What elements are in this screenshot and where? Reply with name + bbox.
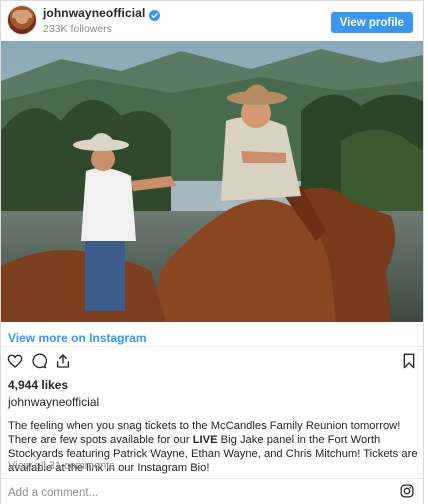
view-more-link[interactable]: View more on Instagram	[8, 331, 147, 345]
view-comments-link[interactable]: View all 31 comments	[8, 460, 115, 472]
comment-icon[interactable]	[31, 353, 48, 374]
post-actions	[1, 353, 423, 375]
instagram-embed: johnwayneofficial 233K followers View pr…	[0, 0, 424, 504]
user-block: johnwayneofficial 233K followers	[43, 6, 161, 35]
divider	[1, 478, 423, 479]
instagram-icon[interactable]	[400, 484, 414, 503]
add-comment-input[interactable]: Add a comment...	[8, 487, 98, 499]
caption-username[interactable]: johnwayneofficial	[8, 395, 99, 409]
post-photo[interactable]	[1, 41, 423, 322]
post-header: johnwayneofficial 233K followers View pr…	[1, 1, 423, 41]
avatar[interactable]	[7, 5, 37, 35]
view-profile-button[interactable]: View profile	[330, 12, 413, 33]
heart-icon[interactable]	[7, 353, 23, 374]
divider	[1, 346, 423, 347]
verified-badge-icon	[149, 8, 161, 21]
bookmark-icon[interactable]	[402, 353, 416, 374]
share-icon[interactable]	[55, 353, 71, 374]
caption-bold: LIVE	[192, 434, 218, 446]
followers-count: 233K followers	[43, 23, 112, 35]
username-row: johnwayneofficial	[43, 6, 161, 21]
username[interactable]: johnwayneofficial	[43, 6, 145, 20]
likes-count[interactable]: 4,944 likes	[8, 378, 68, 392]
